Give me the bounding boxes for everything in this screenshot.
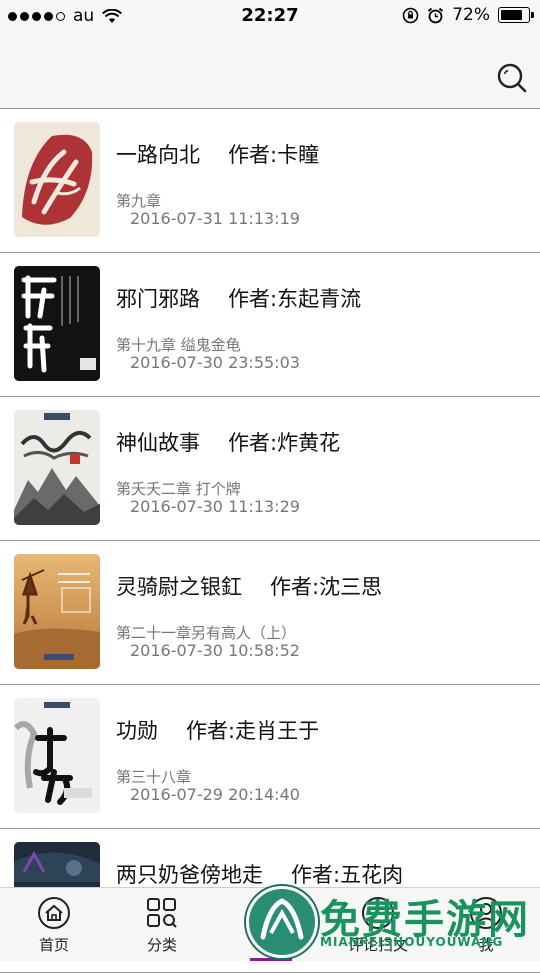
tab-home[interactable]: 首页 bbox=[0, 888, 108, 961]
tab-category[interactable]: 分类 bbox=[108, 888, 216, 961]
book-cover[interactable] bbox=[14, 698, 100, 813]
tab-category-label: 分类 bbox=[146, 936, 177, 954]
desert-rider-icon bbox=[14, 554, 100, 669]
category-search-icon bbox=[147, 898, 177, 928]
book-title: 功勋 bbox=[116, 719, 158, 743]
book-author: 作者:五花肉 bbox=[291, 863, 404, 887]
book-cover[interactable] bbox=[14, 266, 100, 381]
book-title: 神仙故事 bbox=[116, 431, 200, 455]
rotation-lock-icon bbox=[402, 7, 419, 23]
latest-chapter: 第二十一章另有高人（上） bbox=[116, 624, 297, 642]
update-time: 2016-07-30 23:55:03 bbox=[130, 353, 300, 372]
search-button[interactable] bbox=[496, 62, 528, 94]
book-row[interactable]: 神仙故事 作者:炸黄花 第夭夭二章 打个牌 2016-07-30 11:13:29 bbox=[0, 397, 540, 541]
latest-chapter: 第九章 bbox=[116, 192, 162, 210]
status-bar: au 22:27 72% bbox=[0, 0, 540, 32]
latest-chapter: 第三十八章 bbox=[116, 768, 192, 786]
book-title: 两只奶爸傍地走 bbox=[116, 863, 263, 887]
alarm-icon bbox=[428, 7, 444, 23]
update-time: 2016-07-31 11:13:19 bbox=[130, 209, 300, 228]
home-icon bbox=[38, 897, 70, 929]
search-icon bbox=[497, 63, 527, 93]
battery-icon bbox=[498, 7, 534, 23]
book-author: 作者:沈三思 bbox=[270, 575, 383, 599]
book-author: 作者:卡瞳 bbox=[228, 143, 320, 167]
update-time: 2016-07-29 20:14:40 bbox=[130, 785, 300, 804]
ink-calligraphy-icon bbox=[14, 698, 100, 813]
latest-chapter: 第十九章 缢鬼金龟 bbox=[116, 336, 241, 354]
book-author: 作者:走肖王于 bbox=[186, 719, 320, 743]
book-cover[interactable] bbox=[14, 410, 100, 525]
book-cover[interactable] bbox=[14, 122, 100, 237]
watermark-logo-icon bbox=[246, 886, 318, 958]
book-list: 一路向北 作者:卡瞳 第九章 2016-07-31 11:13:19 邪门邪路 作者… bbox=[0, 109, 540, 973]
book-title: 一路向北 bbox=[116, 143, 200, 167]
ink-mountain-icon bbox=[14, 410, 100, 525]
book-row[interactable]: 功勋 作者:走肖王于 第三十八章 2016-07-29 20:14:40 bbox=[0, 685, 540, 829]
book-row[interactable]: 一路向北 作者:卡瞳 第九章 2016-07-31 11:13:19 bbox=[0, 109, 540, 253]
update-time: 2016-07-30 11:13:29 bbox=[130, 497, 300, 516]
watermark-subtext: MIANFEISHOUYOUWANG bbox=[320, 935, 504, 949]
book-row[interactable]: 邪门邪路 作者:东起青流 第十九章 缢鬼金龟 2016-07-30 23:55:0… bbox=[0, 253, 540, 397]
black-calligraphy-icon bbox=[14, 266, 100, 381]
navigation-bar bbox=[0, 32, 540, 109]
book-cover[interactable] bbox=[14, 554, 100, 669]
latest-chapter: 第夭夭二章 打个牌 bbox=[116, 480, 241, 498]
battery-percent: 72% bbox=[452, 5, 490, 25]
red-seal-calligraphy-icon bbox=[14, 122, 100, 237]
book-title: 灵骑尉之银釭 bbox=[116, 575, 242, 599]
book-author: 作者:炸黄花 bbox=[228, 431, 341, 455]
book-author: 作者:东起青流 bbox=[228, 287, 362, 311]
tab-home-label: 首页 bbox=[38, 936, 69, 954]
book-row[interactable]: 灵骑尉之银釭 作者:沈三思 第二十一章另有高人（上） 2016-07-30 10:… bbox=[0, 541, 540, 685]
book-title: 邪门邪路 bbox=[116, 287, 200, 311]
update-time: 2016-07-30 10:58:52 bbox=[130, 641, 300, 660]
